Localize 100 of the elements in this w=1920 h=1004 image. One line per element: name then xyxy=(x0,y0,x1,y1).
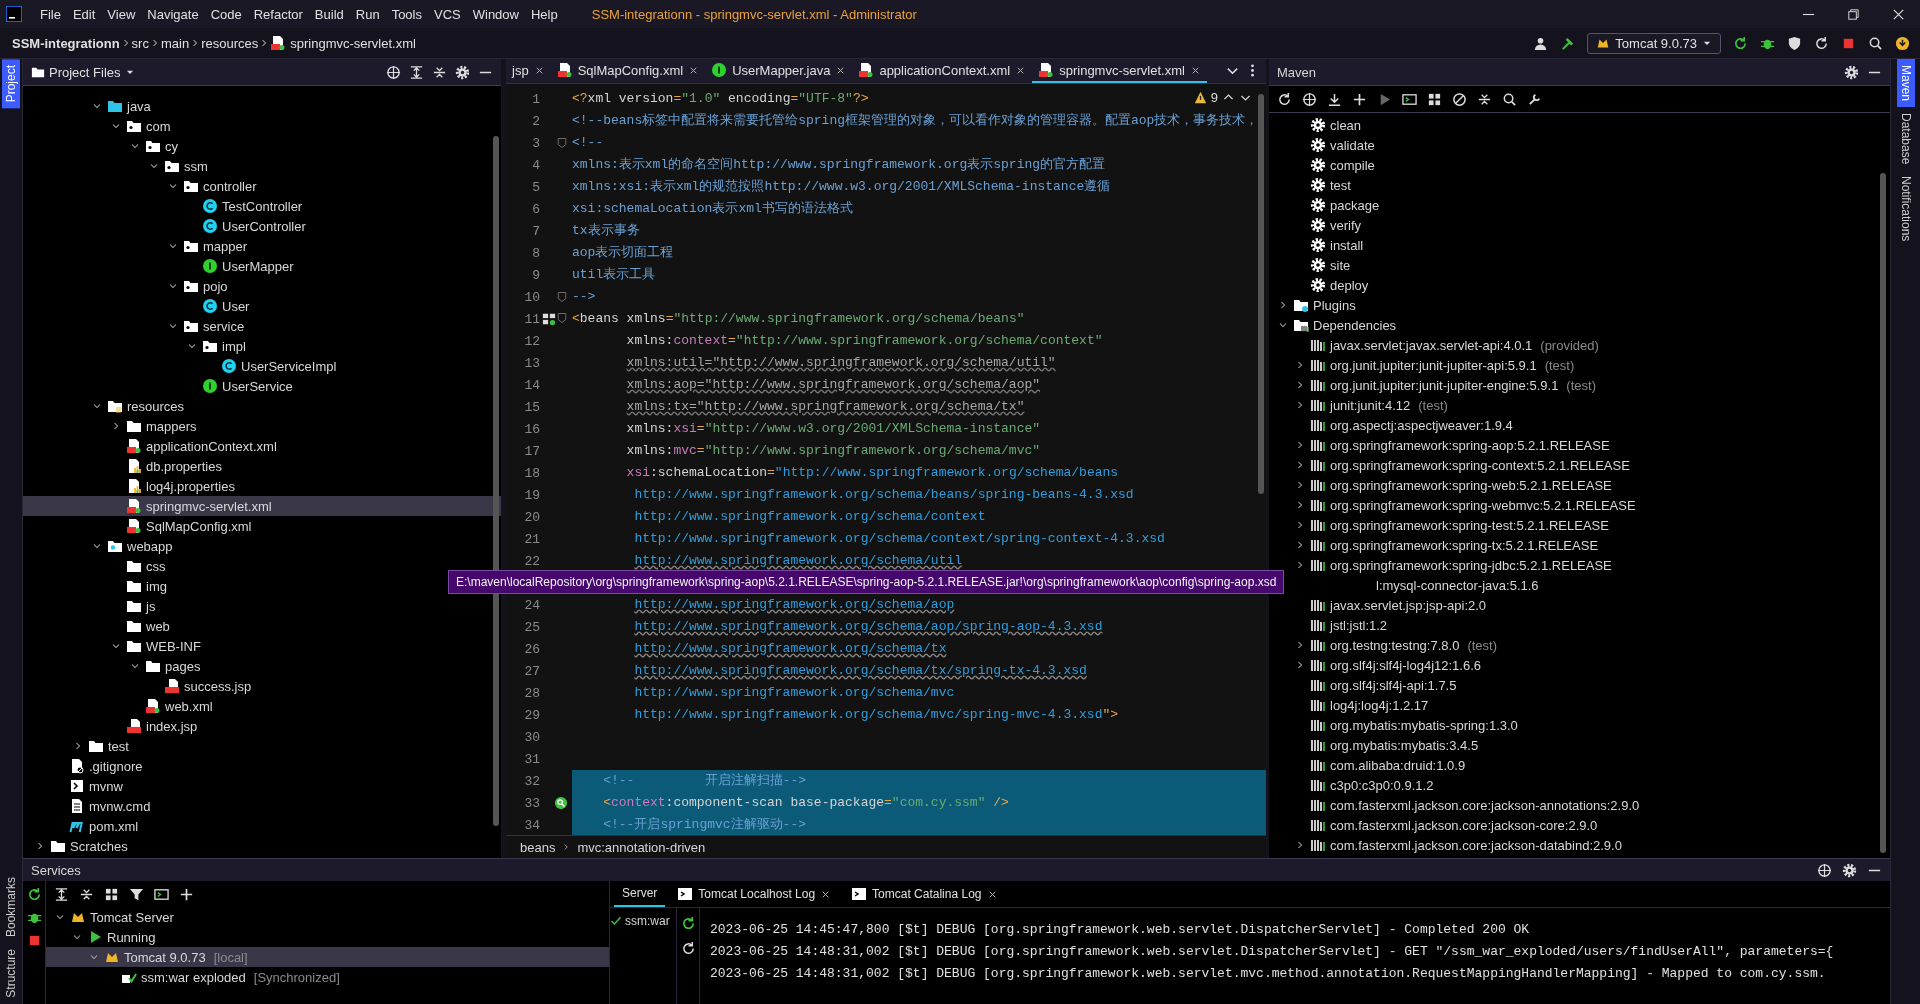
tree-item[interactable]: SqlMapConfig.xml xyxy=(23,516,252,536)
settings-icon[interactable] xyxy=(1844,64,1859,80)
tool-window-tab[interactable]: Database xyxy=(1896,107,1915,171)
tree-item[interactable]: Scratches xyxy=(23,836,128,856)
menu-item[interactable]: Code xyxy=(204,6,248,22)
tree-item[interactable]: org.springframework:spring-web:5.2.1.RELEASE xyxy=(1269,475,1612,495)
tree-item[interactable]: .gitignore xyxy=(23,756,143,776)
tree-item[interactable]: clean xyxy=(1269,115,1362,135)
tree-item[interactable]: web.xml xyxy=(23,696,213,716)
tree-item[interactable]: Dependencies xyxy=(1269,315,1397,335)
menu-item[interactable]: Navigate xyxy=(141,6,205,22)
fold-icon[interactable] xyxy=(556,291,568,303)
panel-title[interactable]: Project Files xyxy=(31,64,135,80)
tree-item[interactable]: site xyxy=(1269,255,1351,275)
breadcrumb[interactable]: SSM-integrationn xyxy=(12,35,120,51)
log-tab[interactable]: Tomcat Catalina Log xyxy=(843,882,1006,906)
tree-item[interactable]: org.springframework:spring-tx:5.2.1.RELEASE xyxy=(1269,535,1599,555)
breadcrumb[interactable]: mvc:annotation-driven xyxy=(577,839,706,855)
tree-item[interactable]: UserService xyxy=(23,376,293,396)
tree-item[interactable]: javax.servlet.jsp:jsp-api:2.0 xyxy=(1269,595,1487,615)
tool-window-tab[interactable]: Notifications xyxy=(1896,170,1915,248)
coverage-icon[interactable] xyxy=(1787,35,1802,51)
refresh-icon[interactable] xyxy=(1277,91,1292,107)
tree-item[interactable]: com.fasterxml.jackson.core:jackson-annotations:2.9.0 xyxy=(1269,795,1640,815)
rerun-icon[interactable] xyxy=(1733,35,1748,51)
wrench-icon[interactable] xyxy=(1527,91,1542,107)
terminal-icon[interactable] xyxy=(1402,91,1417,107)
search-icon[interactable] xyxy=(1502,91,1517,107)
tree-item[interactable]: org.mybatis:mybatis-spring:1.3.0 xyxy=(1269,715,1518,735)
tree-item[interactable]: pojo xyxy=(23,276,228,296)
warning-icon[interactable] xyxy=(1193,91,1207,104)
window-restore-icon[interactable] xyxy=(1846,6,1861,22)
fold-icon[interactable] xyxy=(556,312,568,324)
tree-item[interactable]: img xyxy=(23,576,167,596)
tree-item[interactable]: User xyxy=(23,296,250,316)
tool-window-tab[interactable]: Maven xyxy=(1896,59,1915,108)
deployment-item[interactable]: ssm:war xyxy=(610,914,676,928)
tree-item[interactable]: Tomcat 9.0.73 [local] xyxy=(46,947,609,967)
tree-item[interactable]: cy xyxy=(23,136,178,156)
settings-icon[interactable] xyxy=(455,64,470,80)
tree-item[interactable]: com xyxy=(23,116,171,136)
tree-item[interactable]: org.slf4j:slf4j-log4j12:1.6.6 xyxy=(1269,655,1482,675)
group-icon[interactable] xyxy=(1427,91,1442,107)
fold-icon[interactable] xyxy=(556,137,568,149)
bean-icon[interactable] xyxy=(542,312,556,326)
tree-item[interactable]: webapp xyxy=(23,536,173,556)
tree-item[interactable]: org.springframework:spring-aop:5.2.1.RELEASE xyxy=(1269,435,1610,455)
locate-icon[interactable] xyxy=(1817,862,1832,878)
menu-item[interactable]: Help xyxy=(524,6,564,22)
tree-item[interactable]: com.fasterxml.jackson.core:jackson-databind:2.9.0 xyxy=(1269,835,1622,855)
tree-item[interactable]: validate xyxy=(1269,135,1375,155)
tree-item[interactable]: com.fasterxml.jackson.core:jackson-core:2.9.0 xyxy=(1269,815,1598,835)
tree-item[interactable]: applicationContext.xml xyxy=(23,436,277,456)
tree-item[interactable]: ssm:war exploded [Synchronized] xyxy=(46,967,340,987)
tree-item[interactable]: UserMapper xyxy=(23,256,294,276)
tree-item[interactable]: success.jsp xyxy=(23,676,252,696)
tree-item[interactable]: Running xyxy=(46,927,156,947)
refresh-icon[interactable] xyxy=(1814,35,1829,51)
menu-item[interactable]: Window xyxy=(466,6,525,22)
tree-item[interactable]: org.aspectj:aspectjweaver:1.9.4 xyxy=(1269,415,1513,435)
editor-tab[interactable]: SqlMapConfig.xml xyxy=(550,59,706,83)
tree-item[interactable]: log4j:log4j:1.2.17 xyxy=(1269,695,1429,715)
tree-item[interactable]: org.mybatis:mybatis:3.4.5 xyxy=(1269,735,1479,755)
tree-item[interactable]: c3p0:c3p0:0.9.1.2 xyxy=(1269,775,1434,795)
tree-item[interactable]: Plugins xyxy=(1269,295,1356,315)
tree-item[interactable]: db.properties xyxy=(23,456,222,476)
add-icon[interactable] xyxy=(179,886,194,902)
update-icon[interactable] xyxy=(1895,35,1910,51)
log-tab[interactable]: Tomcat Localhost Log xyxy=(669,882,840,906)
tree-item[interactable]: package xyxy=(1269,195,1380,215)
menu-item[interactable]: VCS xyxy=(428,6,467,22)
editor-tab[interactable]: applicationContext.xml xyxy=(852,59,1033,83)
rerun-icon[interactable] xyxy=(26,887,42,902)
menu-item[interactable]: Edit xyxy=(66,6,102,22)
warning-count[interactable]: 9 xyxy=(1210,90,1218,105)
tree-item[interactable]: org.springframework:spring-context:5.2.1.RELEASE xyxy=(1269,455,1630,475)
tree-item[interactable]: org.testng:testng:7.8.0 (test) xyxy=(1269,635,1497,655)
tree-item[interactable]: mapper xyxy=(23,236,248,256)
tree-item[interactable]: TestController xyxy=(23,196,303,216)
editor-tab[interactable]: UserMapper.java xyxy=(705,59,853,83)
menu-item[interactable]: Run xyxy=(349,6,386,22)
tool-window-tab[interactable]: Bookmarks xyxy=(2,871,20,944)
menu-item[interactable]: File xyxy=(34,6,67,22)
hammer-icon[interactable] xyxy=(1560,35,1576,51)
scrollbar[interactable] xyxy=(1880,173,1886,853)
terminal-icon[interactable] xyxy=(154,886,169,902)
tree-item[interactable]: resources xyxy=(23,396,185,416)
tree-item[interactable]: springmvc-servlet.xml xyxy=(23,496,501,516)
log-tab[interactable]: Server xyxy=(614,881,666,907)
app-logo-icon[interactable] xyxy=(6,6,22,22)
menu-item[interactable]: Tools xyxy=(385,6,428,22)
tree-item[interactable]: l:mysql-connector-java:5.1.6 xyxy=(1351,575,1539,595)
locate-icon[interactable] xyxy=(386,64,401,80)
breadcrumb[interactable]: springmvc-servlet.xml xyxy=(270,35,416,51)
tree-item[interactable]: controller xyxy=(23,176,257,196)
tool-window-tab[interactable]: Project xyxy=(2,59,20,109)
tree-item[interactable]: java xyxy=(23,96,151,116)
tree-item[interactable]: WEB-INF xyxy=(23,636,201,656)
scrollbar[interactable] xyxy=(1258,94,1264,494)
breadcrumb[interactable]: src xyxy=(131,35,149,51)
